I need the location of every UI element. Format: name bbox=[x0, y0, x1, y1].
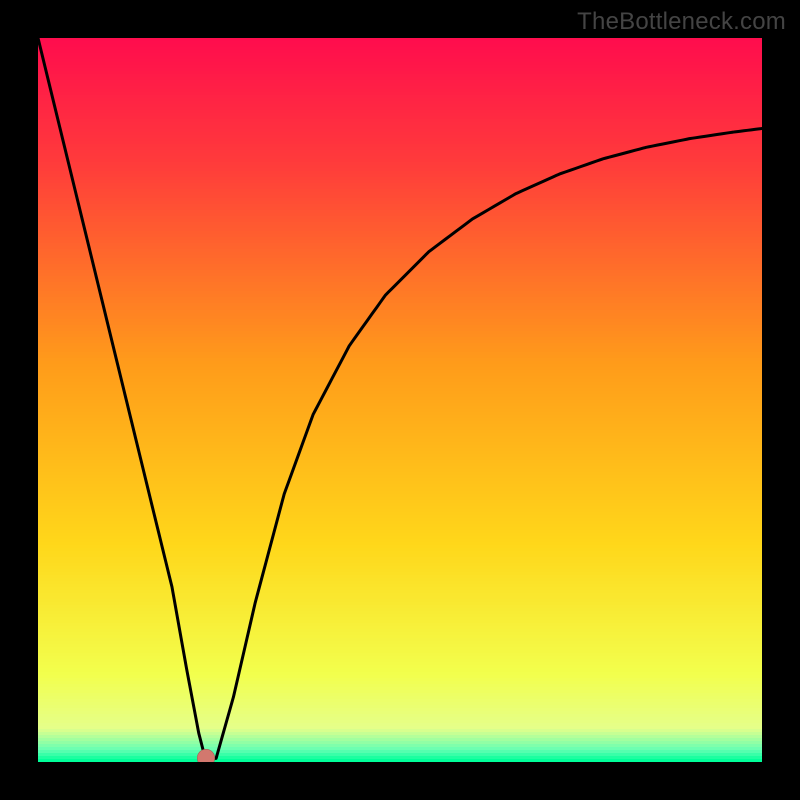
background-gradient bbox=[38, 38, 762, 762]
min-point-marker bbox=[197, 749, 215, 762]
plot-area bbox=[38, 38, 762, 762]
watermark-label: TheBottleneck.com bbox=[577, 8, 786, 36]
chart-frame: TheBottleneck.com bbox=[0, 0, 800, 800]
